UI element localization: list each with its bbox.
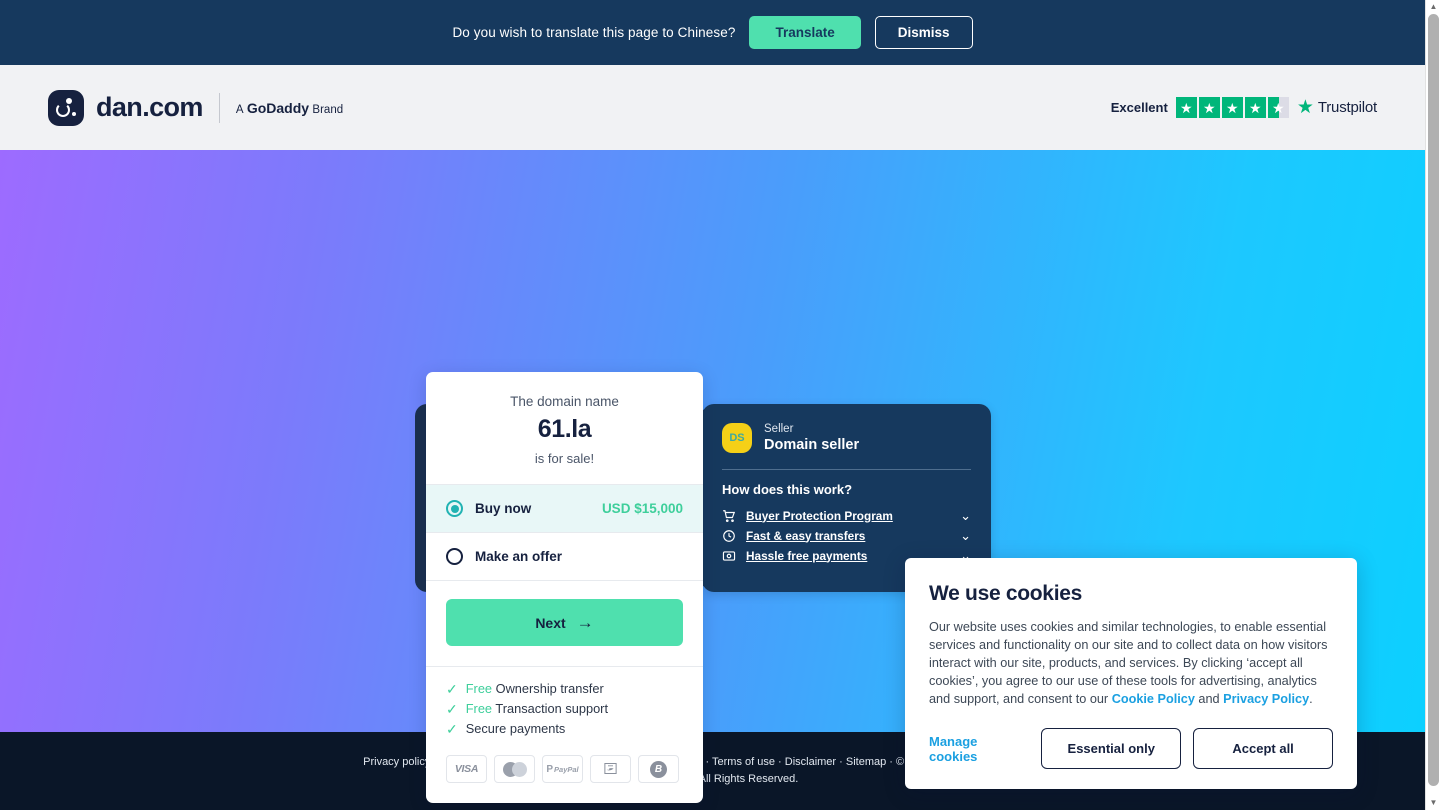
manage-cookies-link[interactable]: Manage cookies: [929, 734, 1029, 764]
next-button-wrap: Next →: [426, 580, 703, 666]
translate-button[interactable]: Translate: [749, 16, 861, 49]
domain-post-text: is for sale!: [534, 451, 595, 466]
brand-sub-prefix: A: [235, 103, 244, 116]
seller-header: DS Seller Domain seller: [722, 422, 971, 455]
privacy-policy-link[interactable]: Privacy Policy: [1223, 692, 1309, 706]
trustpilot-brand: ★ Trustpilot: [1297, 98, 1377, 117]
alipay-icon: [590, 755, 631, 783]
trustpilot-rating-word: Excellent: [1110, 100, 1168, 115]
perk-item: ✓ Free Ownership transfer: [446, 681, 683, 696]
perk-label: Secure payments: [465, 721, 566, 736]
star-half-icon: ★: [1267, 97, 1289, 118]
godaddy-brand-tagline: A GoDaddy Brand: [236, 100, 343, 116]
payment-methods: VISA PPayPal B: [426, 741, 703, 803]
dan-logo-icon: [48, 89, 84, 126]
option-buy-now[interactable]: Buy now USD $15,000: [426, 484, 703, 532]
cookie-policy-link[interactable]: Cookie Policy: [1112, 692, 1195, 706]
perk-text: Free Transaction support: [466, 701, 608, 716]
trustpilot-brand-name: Trustpilot: [1317, 99, 1377, 116]
option-label: Make an offer: [475, 549, 563, 564]
avatar: DS: [722, 423, 752, 454]
translate-bar: Do you wish to translate this page to Ch…: [0, 0, 1425, 65]
cart-icon: [722, 509, 736, 523]
domain-name: 61.la: [537, 415, 592, 443]
seller-divider: [722, 468, 971, 470]
perk-item: ✓ Free Transaction support: [446, 701, 683, 716]
next-button-label: Next: [535, 614, 566, 631]
brand-logo-group[interactable]: dan.com A GoDaddy Brand: [48, 89, 343, 126]
option-make-an-offer[interactable]: Make an offer: [426, 532, 703, 580]
perks-list: ✓ Free Ownership transfer ✓ Free Transac…: [426, 666, 703, 736]
brand-sub-name: GoDaddy: [246, 99, 310, 116]
domain-headline: The domain name 61.la is for sale!: [426, 372, 703, 484]
perk-text: Free Ownership transfer: [466, 681, 604, 696]
star-icon: ★: [1244, 97, 1266, 118]
cookie-body-part2: and: [1194, 692, 1224, 707]
star-icon: ★: [1221, 97, 1243, 118]
card-icon: [722, 549, 736, 563]
brand-name: dan.com: [96, 92, 203, 122]
domain-pre-text: The domain name: [510, 394, 619, 409]
perk-free-label: Free: [465, 681, 493, 696]
chevron-down-icon: ⌄: [960, 528, 971, 543]
visa-icon: VISA: [446, 755, 487, 783]
cookie-banner: We use cookies Our website uses cookies …: [905, 558, 1357, 790]
check-icon: ✓: [446, 680, 458, 697]
next-button[interactable]: Next →: [446, 599, 683, 646]
site-header: dan.com A GoDaddy Brand Excellent ★ ★ ★ …: [0, 65, 1425, 150]
seller-name: Domain seller: [764, 437, 860, 454]
chevron-down-icon: ⌄: [960, 508, 971, 523]
perk-label: Transaction support: [495, 701, 608, 716]
arrow-right-icon: →: [576, 613, 594, 632]
scrollbar-thumb[interactable]: [1428, 14, 1439, 786]
check-icon: ✓: [446, 720, 458, 737]
star-icon: ★: [1175, 97, 1197, 118]
perk-free-label: Free: [465, 701, 493, 716]
accordion-item-fast-transfers[interactable]: Fast & easy transfers ⌄: [722, 526, 971, 546]
page-scrollbar[interactable]: ▲ ▼: [1425, 0, 1440, 810]
trustpilot-star-icon: ★: [1296, 97, 1314, 118]
seller-role-label: Seller: [764, 423, 794, 435]
essential-only-button[interactable]: Essential only: [1041, 728, 1182, 770]
purchase-card: The domain name 61.la is for sale! Buy n…: [426, 372, 703, 803]
scroll-down-icon[interactable]: ▼: [1426, 796, 1440, 810]
perk-text: Secure payments: [466, 721, 566, 736]
how-does-this-work-title: How does this work?: [722, 481, 853, 497]
cookie-banner-body: Our website uses cookies and similar tec…: [929, 618, 1333, 708]
star-icon: ★: [1198, 97, 1220, 118]
accordion-label: Fast & easy transfers: [746, 528, 866, 543]
accept-all-button[interactable]: Accept all: [1193, 728, 1334, 770]
cookie-banner-actions: Manage cookies Essential only Accept all: [929, 728, 1334, 770]
perk-item: ✓ Secure payments: [446, 721, 683, 736]
buy-now-price: USD $15,000: [601, 501, 683, 516]
accordion-label: Buyer Protection Program: [746, 508, 893, 523]
radio-make-an-offer[interactable]: [446, 548, 463, 565]
cookie-banner-title: We use cookies: [929, 582, 1082, 605]
perk-label: Ownership transfer: [495, 681, 604, 696]
check-icon: ✓: [446, 700, 458, 717]
clock-icon: [722, 529, 736, 543]
bitcoin-icon: B: [638, 755, 679, 783]
scroll-up-icon[interactable]: ▲: [1426, 0, 1440, 14]
paypal-icon: PPayPal: [542, 755, 583, 783]
trustpilot-stars: ★ ★ ★ ★ ★: [1175, 97, 1289, 118]
trustpilot-widget[interactable]: Excellent ★ ★ ★ ★ ★ ★ Trustpilot: [1111, 97, 1377, 118]
radio-buy-now[interactable]: [446, 500, 463, 517]
option-label: Buy now: [475, 501, 532, 516]
cookie-body-part3: .: [1309, 692, 1313, 707]
brand-divider: [218, 92, 220, 123]
dismiss-translate-button[interactable]: Dismiss: [874, 16, 973, 49]
translate-message: Do you wish to translate this page to Ch…: [452, 25, 736, 40]
brand-sub-suffix: Brand: [312, 103, 344, 116]
accordion-item-buyer-protection[interactable]: Buyer Protection Program ⌄: [722, 506, 971, 526]
mastercard-icon: [494, 755, 535, 783]
